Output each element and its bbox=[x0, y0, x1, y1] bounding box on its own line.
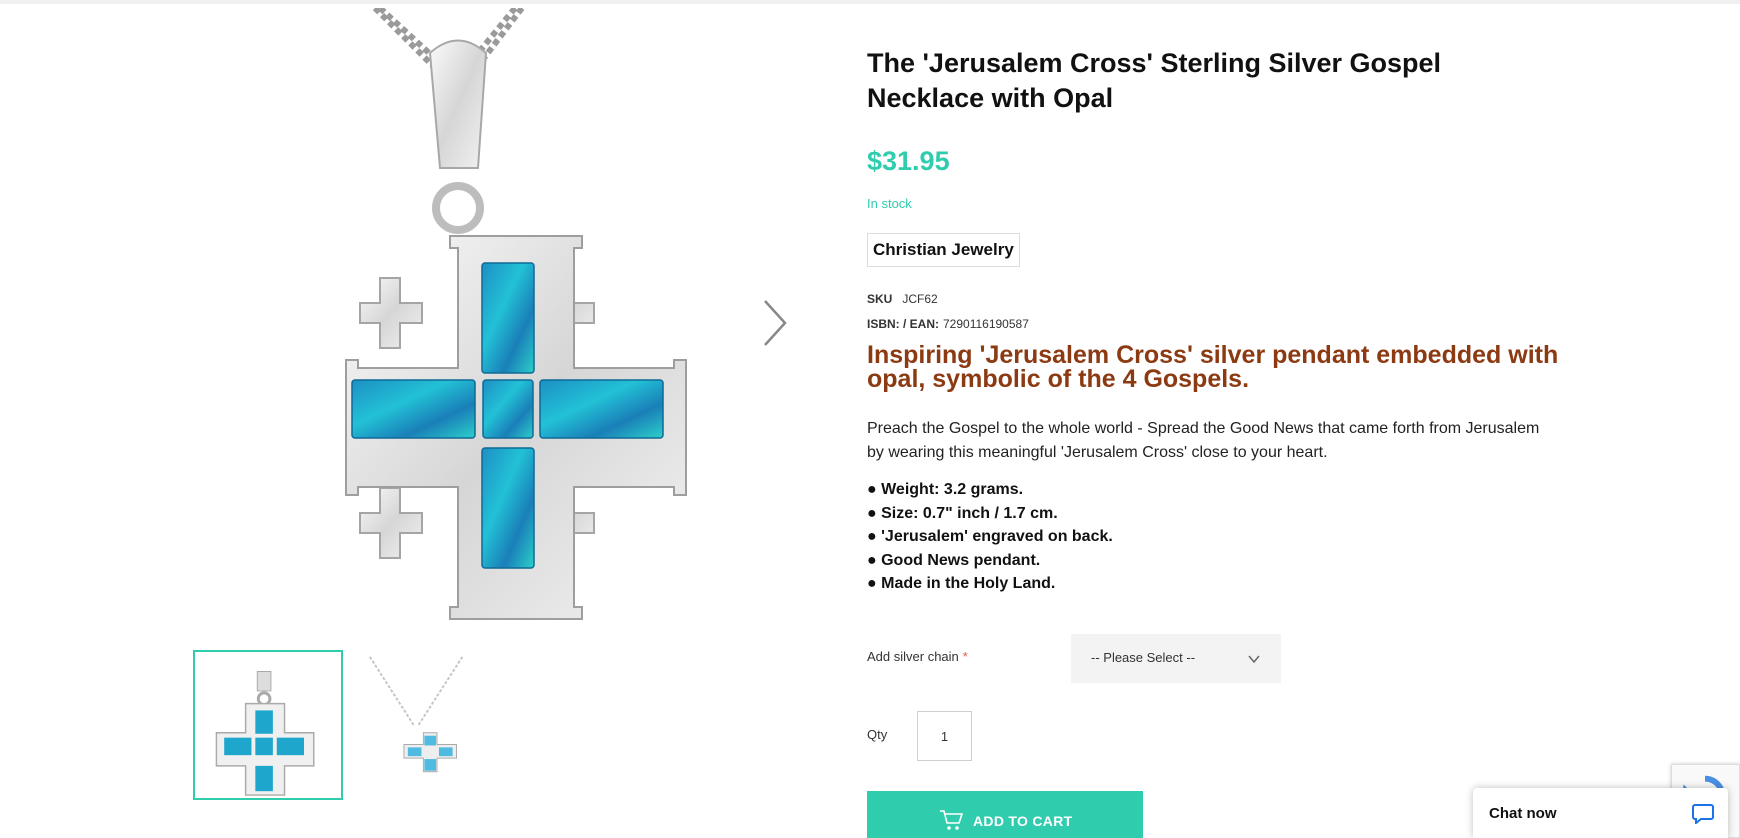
qty-input[interactable] bbox=[917, 711, 972, 761]
thumbnail-2[interactable] bbox=[363, 650, 513, 800]
product-headline: Inspiring 'Jerusalem Cross' silver penda… bbox=[867, 341, 1559, 393]
feature-item: ● Size: 0.7" inch / 1.7 cm. bbox=[867, 504, 1058, 522]
product-main-image bbox=[345, 8, 687, 620]
chain-label-text: Add silver chain bbox=[867, 649, 959, 664]
chat-label: Chat now bbox=[1489, 805, 1557, 822]
stock-status: In stock bbox=[867, 196, 912, 211]
chat-widget[interactable]: Chat now bbox=[1473, 788, 1728, 838]
feature-item: ● 'Jerusalem' engraved on back. bbox=[867, 528, 1113, 545]
chevron-right-icon bbox=[764, 300, 787, 346]
top-divider bbox=[0, 0, 1740, 4]
qty-label: Qty bbox=[867, 727, 888, 742]
chain-select-value: -- Please Select -- bbox=[1091, 650, 1196, 665]
isbn-label: ISBN: / EAN: bbox=[867, 317, 939, 331]
product-price: $31.95 bbox=[867, 146, 950, 176]
chevron-down-icon bbox=[1248, 655, 1260, 664]
add-to-cart-label: ADD TO CART bbox=[973, 813, 1073, 829]
feature-item: ● Good News pendant. bbox=[867, 551, 1041, 569]
next-image-arrow[interactable] bbox=[755, 295, 795, 351]
cart-icon bbox=[940, 810, 963, 830]
sku-label: SKU bbox=[867, 292, 893, 306]
isbn-row: ISBN: / EAN: 7290116190587 bbox=[867, 317, 1029, 331]
feature-list: ● Weight: 3.2 grams. ● Size: 0.7" inch /… bbox=[867, 478, 1113, 596]
add-to-cart-button[interactable]: ADD TO CART bbox=[867, 791, 1143, 838]
chat-bubble-icon bbox=[1692, 804, 1714, 824]
sku-row: SKU JCF62 bbox=[867, 292, 938, 306]
sku-value: JCF62 bbox=[902, 292, 938, 306]
feature-item: ● Weight: 3.2 grams. bbox=[867, 481, 1024, 498]
category-tag-link[interactable]: Christian Jewelry bbox=[867, 233, 1020, 267]
product-title: The 'Jerusalem Cross' Sterling Silver Go… bbox=[867, 48, 1442, 113]
product-description: Preach the Gospel to the whole world - S… bbox=[867, 420, 1540, 461]
chain-option-label: Add silver chain * bbox=[867, 649, 968, 664]
required-mark: * bbox=[962, 649, 968, 664]
isbn-value: 7290116190587 bbox=[943, 317, 1029, 331]
chain-select[interactable]: -- Please Select -- bbox=[1071, 634, 1281, 683]
feature-item: ● Made in the Holy Land. bbox=[867, 575, 1056, 592]
thumbnail-1[interactable] bbox=[193, 650, 343, 800]
